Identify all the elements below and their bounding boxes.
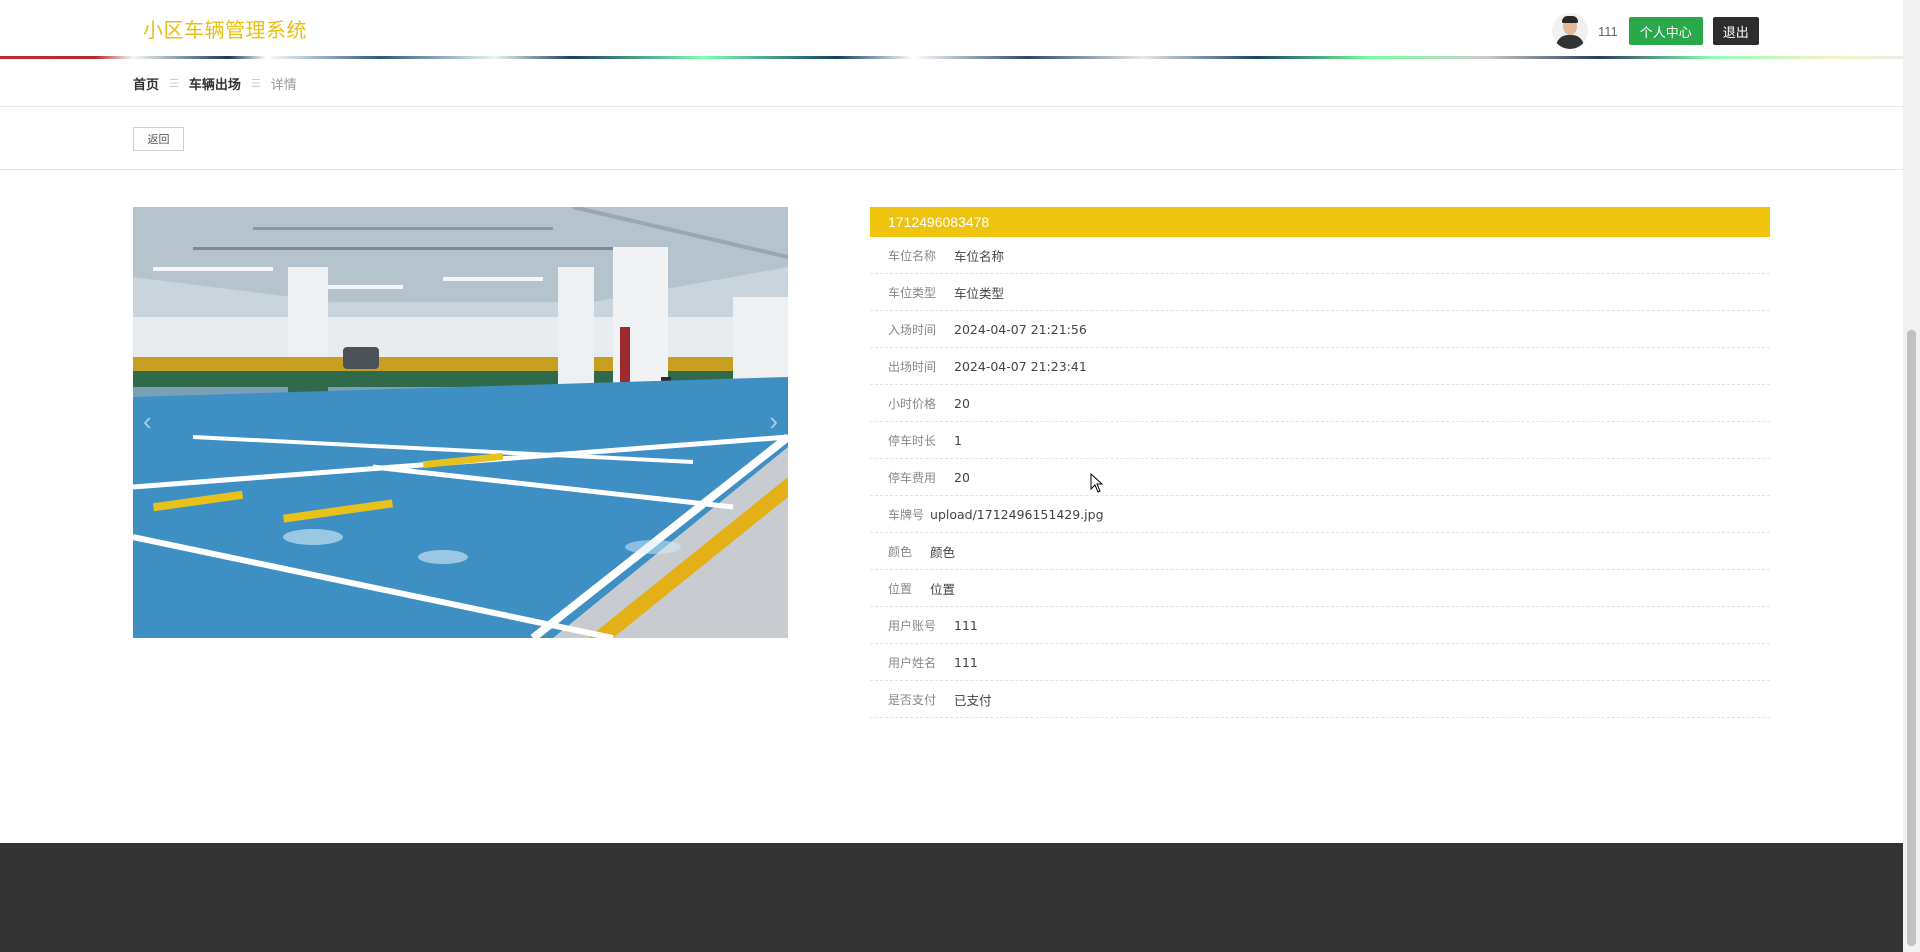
breadcrumb-separator-icon: ☰ <box>169 78 179 90</box>
detail-label: 位置 <box>888 581 913 596</box>
detail-value: 车位类型 <box>954 285 1005 301</box>
divider <box>0 169 1903 170</box>
detail-value: 车位名称 <box>954 248 1005 264</box>
breadcrumb-separator-icon: ☰ <box>250 78 261 90</box>
back-button[interactable]: 返回 <box>133 127 184 151</box>
mouse-cursor-icon <box>1090 473 1104 493</box>
divider <box>0 106 1903 107</box>
detail-row: 停车费用 20 <box>870 459 1770 496</box>
detail-label: 小时价格 <box>888 396 937 411</box>
detail-value: 颜色 <box>930 544 956 560</box>
detail-row: 出场时间 2024-04-07 21:23:41 <box>870 348 1770 385</box>
detail-label: 车位类型 <box>888 285 937 300</box>
detail-label: 是否支付 <box>888 692 937 707</box>
detail-label: 车牌号 <box>888 507 925 522</box>
user-name: 111 <box>1598 23 1618 39</box>
detail-label: 出场时间 <box>888 359 937 374</box>
detail-row: 停车时长 1 <box>870 422 1770 459</box>
detail-value: 111 <box>954 654 978 670</box>
chevron-left-icon[interactable]: ‹ <box>143 406 152 437</box>
detail-label: 停车费用 <box>888 470 937 485</box>
image-carousel[interactable]: ‹ › <box>133 207 788 638</box>
detail-value: 位置 <box>930 581 956 597</box>
detail-panel: 1712496083478 车位名称 车位名称 车位类型 车位类型 入场时间 2… <box>870 207 1770 718</box>
detail-value: 111 <box>954 617 978 633</box>
detail-value: 2024-04-07 21:23:41 <box>954 358 1087 374</box>
detail-label: 车位名称 <box>888 248 937 263</box>
page-scrollbar[interactable] <box>1903 0 1920 952</box>
header-decoration-line <box>0 56 1903 59</box>
page-footer <box>0 843 1903 952</box>
scrollbar-thumb[interactable] <box>1907 330 1916 946</box>
detail-row: 小时价格 20 <box>870 385 1770 422</box>
detail-value: 已支付 <box>954 692 992 708</box>
detail-row: 车牌号 upload/1712496151429.jpg <box>870 496 1770 533</box>
top-header: 小区车辆管理系统 111 个人中心 退出 <box>0 0 1903 58</box>
user-area: 111 个人中心 退出 <box>1552 8 1759 54</box>
parking-garage-image <box>133 207 788 638</box>
breadcrumb-home[interactable]: 首页 <box>133 74 159 93</box>
detail-label: 颜色 <box>888 544 913 559</box>
detail-value: upload/1712496151429.jpg <box>930 506 1104 522</box>
detail-row: 用户账号 111 <box>870 607 1770 644</box>
chevron-right-icon[interactable]: › <box>769 406 778 437</box>
site-title[interactable]: 小区车辆管理系统 <box>143 14 307 43</box>
breadcrumb-current: 详情 <box>270 77 297 92</box>
detail-value: 20 <box>954 469 970 485</box>
detail-row: 车位名称 车位名称 <box>870 237 1770 274</box>
detail-label: 入场时间 <box>888 322 937 337</box>
detail-row: 颜色 颜色 <box>870 533 1770 570</box>
detail-label: 用户姓名 <box>888 655 937 670</box>
detail-label: 用户账号 <box>888 618 937 633</box>
breadcrumb-section[interactable]: 车辆出场 <box>189 74 241 93</box>
detail-row: 入场时间 2024-04-07 21:21:56 <box>870 311 1770 348</box>
detail-row: 位置 位置 <box>870 570 1770 607</box>
personal-center-button[interactable]: 个人中心 <box>1628 17 1703 45</box>
detail-title: 1712496083478 <box>870 207 1770 237</box>
avatar[interactable] <box>1552 13 1588 49</box>
detail-row: 是否支付 已支付 <box>870 681 1770 718</box>
detail-value: 1 <box>954 432 962 448</box>
detail-row: 车位类型 车位类型 <box>870 274 1770 311</box>
breadcrumb: 首页 ☰ 车辆出场 ☰ 详情 <box>133 74 297 93</box>
detail-value: 2024-04-07 21:21:56 <box>954 321 1087 337</box>
detail-row: 用户姓名 111 <box>870 644 1770 681</box>
detail-label: 停车时长 <box>888 433 937 448</box>
detail-value: 20 <box>954 395 970 411</box>
logout-button[interactable]: 退出 <box>1712 17 1759 45</box>
